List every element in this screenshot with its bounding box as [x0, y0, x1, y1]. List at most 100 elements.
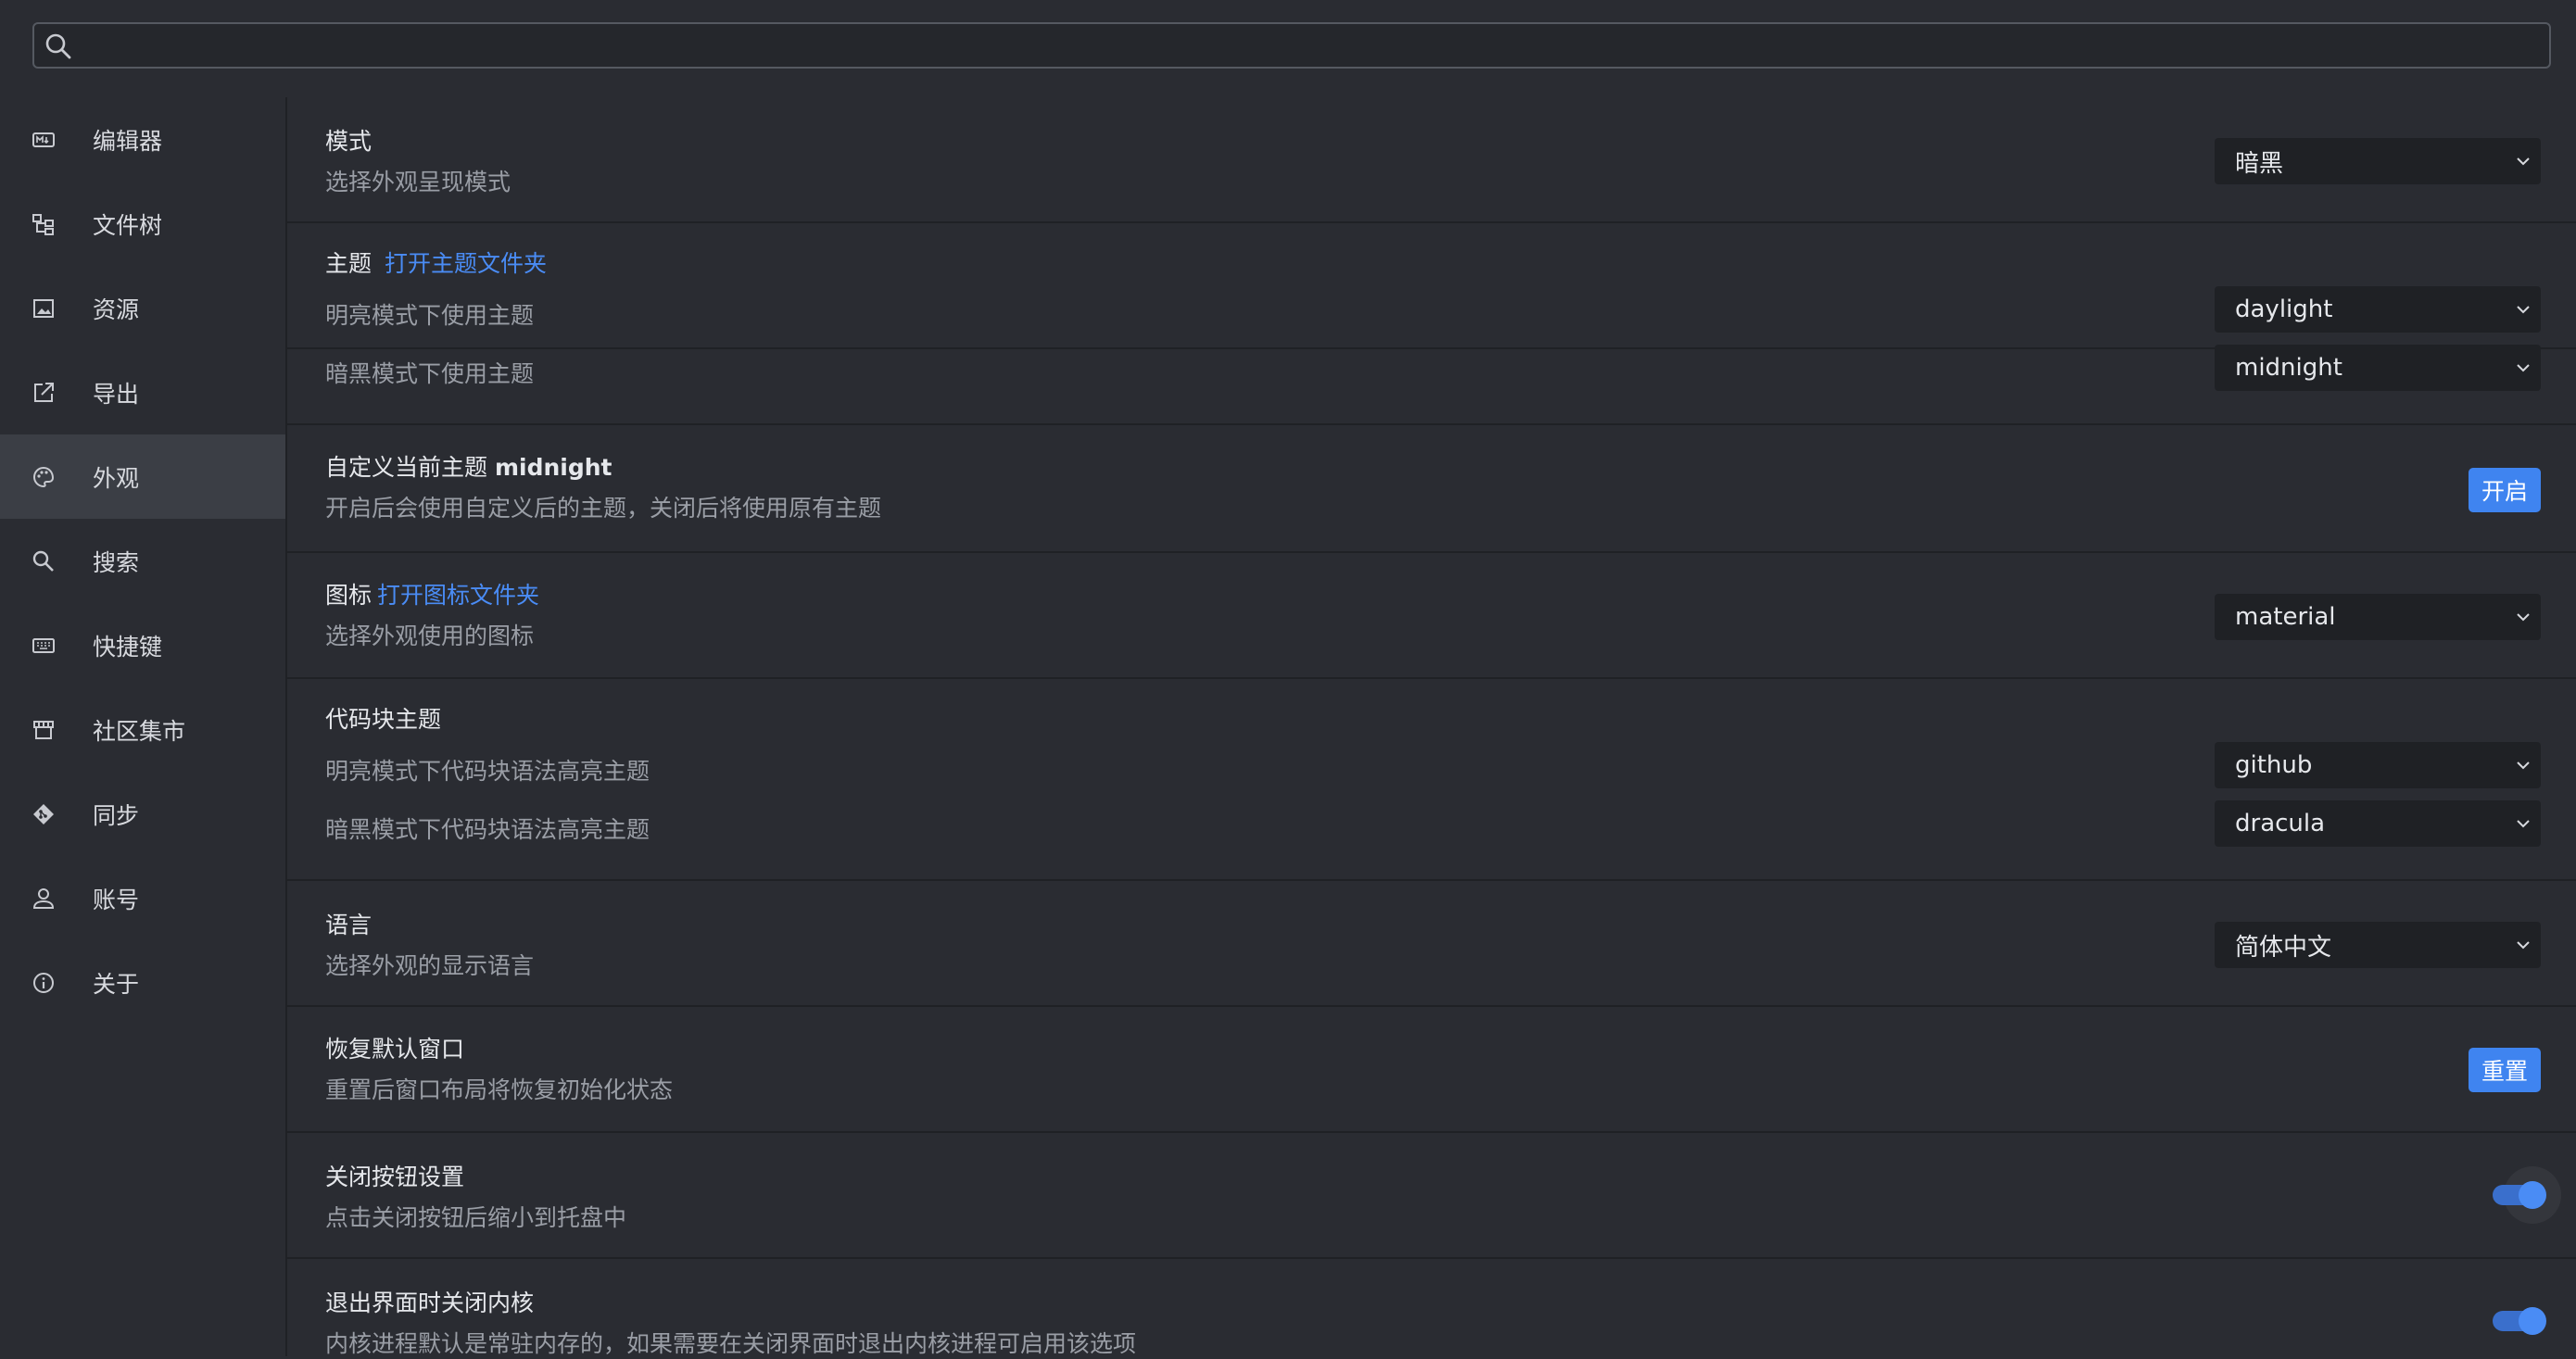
image-icon — [32, 296, 56, 321]
icon-select[interactable]: material — [2215, 594, 2541, 640]
sidebar-item-label: 同步 — [93, 801, 140, 829]
close-to-tray-toggle[interactable] — [2493, 1166, 2561, 1224]
chevron-down-icon — [2517, 820, 2530, 828]
sidebar-item-label: 编辑器 — [93, 127, 163, 155]
sidebar-item-file-tree[interactable]: 文件树 — [0, 182, 285, 266]
toggle-knob — [2519, 1307, 2546, 1335]
sidebar-item-about[interactable]: 关于 — [0, 940, 285, 1025]
info-icon — [32, 971, 56, 995]
icon-select-value: material — [2235, 603, 2336, 631]
code-theme-setting: 代码块主题 明亮模式下代码块语法高亮主题 github 暗黑模式下代码块语法高亮… — [287, 679, 2576, 881]
toggle-knob — [2519, 1181, 2546, 1209]
sidebar-item-label: 社区集市 — [93, 717, 186, 745]
reset-window-setting: 恢复默认窗口 重置后窗口布局将恢复初始化状态 重置 — [287, 1007, 2576, 1133]
sidebar-item-label: 导出 — [93, 380, 140, 408]
markdown-icon — [32, 128, 56, 152]
dark-theme-select[interactable]: midnight — [2215, 345, 2541, 391]
file-tree-icon — [32, 212, 56, 236]
settings-panel: 模式 选择外观呈现模式 暗黑 主题 打开主题文件夹 明亮模式下使用主题 dayli… — [287, 97, 2576, 1357]
sidebar-item-label: 账号 — [93, 886, 140, 913]
sidebar-item-sync[interactable]: 同步 — [0, 772, 285, 856]
language-setting: 语言 选择外观的显示语言 简体中文 — [287, 881, 2576, 1007]
exit-kernel-title: 退出界面时关闭内核 — [325, 1290, 535, 1316]
light-theme-select[interactable]: daylight — [2215, 286, 2541, 333]
export-icon — [32, 381, 56, 405]
code-light-value: github — [2235, 751, 2313, 779]
chevron-down-icon — [2517, 941, 2530, 950]
close-button-desc: 点击关闭按钮后缩小到托盘中 — [325, 1204, 627, 1231]
customize-title-row: 自定义当前主题 midnight — [325, 449, 612, 483]
mode-desc: 选择外观呈现模式 — [325, 169, 511, 195]
account-icon — [32, 887, 56, 911]
sidebar-item-label: 外观 — [93, 464, 140, 492]
icon-title-row: 图标 打开图标文件夹 — [325, 577, 539, 610]
search-icon — [32, 549, 56, 573]
code-dark-value: dracula — [2235, 810, 2326, 837]
mode-select[interactable]: 暗黑 — [2215, 138, 2541, 184]
open-icon-folder-link[interactable]: 打开图标文件夹 — [377, 582, 539, 609]
sidebar-item-label: 关于 — [93, 970, 140, 998]
exit-kernel-desc: 内核进程默认是常驻内存的，如果需要在关闭界面时退出内核进程可启用该选项 — [325, 1330, 1137, 1357]
sync-icon — [32, 802, 56, 826]
sidebar: 编辑器 文件树 资源 导出 外观 搜索 快捷键 社区集市 同步 账号 关于 — [0, 97, 287, 1356]
chevron-down-icon — [2517, 364, 2530, 372]
sidebar-item-label: 搜索 — [93, 548, 140, 576]
sidebar-item-export[interactable]: 导出 — [0, 350, 285, 434]
icon-title: 图标 — [325, 582, 373, 609]
chevron-down-icon — [2517, 613, 2530, 622]
chevron-down-icon — [2517, 157, 2530, 166]
reset-window-title: 恢复默认窗口 — [325, 1036, 465, 1063]
code-dark-select[interactable]: dracula — [2215, 800, 2541, 847]
sidebar-item-label: 资源 — [93, 296, 140, 323]
exit-kernel-toggle[interactable] — [2493, 1307, 2546, 1335]
language-select-value: 简体中文 — [2235, 933, 2332, 962]
sidebar-item-search[interactable]: 搜索 — [0, 519, 285, 603]
close-button-title: 关闭按钮设置 — [325, 1164, 465, 1190]
search-icon — [45, 33, 71, 59]
icon-setting: 图标 打开图标文件夹 选择外观使用的图标 material — [287, 553, 2576, 679]
sidebar-item-appearance[interactable]: 外观 — [0, 434, 285, 519]
language-title: 语言 — [325, 912, 373, 938]
theme-title: 主题 — [325, 250, 373, 277]
palette-icon — [32, 465, 56, 489]
keyboard-icon — [32, 634, 56, 658]
light-theme-label: 明亮模式下使用主题 — [325, 302, 535, 329]
customize-theme-name: midnight — [494, 454, 612, 481]
language-desc: 选择外观的显示语言 — [325, 952, 535, 979]
light-theme-value: daylight — [2235, 296, 2333, 323]
chevron-down-icon — [2517, 306, 2530, 314]
reset-button[interactable]: 重置 — [2469, 1048, 2541, 1092]
close-button-setting: 关闭按钮设置 点击关闭按钮后缩小到托盘中 — [287, 1133, 2576, 1259]
sidebar-item-assets[interactable]: 资源 — [0, 266, 285, 350]
theme-setting: 主题 打开主题文件夹 明亮模式下使用主题 daylight 暗黑模式下使用主题 m… — [287, 223, 2576, 391]
mode-title: 模式 — [325, 128, 373, 155]
dark-theme-label: 暗黑模式下使用主题 — [325, 360, 535, 387]
sidebar-item-label: 快捷键 — [93, 633, 163, 661]
customize-desc: 开启后会使用自定义后的主题，关闭后将使用原有主题 — [325, 495, 882, 522]
enable-button[interactable]: 开启 — [2469, 468, 2541, 512]
code-dark-label: 暗黑模式下代码块语法高亮主题 — [325, 816, 650, 843]
sidebar-item-shortcuts[interactable]: 快捷键 — [0, 603, 285, 687]
sidebar-item-account[interactable]: 账号 — [0, 856, 285, 940]
search-input[interactable] — [88, 30, 2538, 65]
code-theme-title: 代码块主题 — [325, 706, 442, 733]
theme-title-row: 主题 打开主题文件夹 — [325, 245, 547, 279]
mode-setting: 模式 选择外观呈现模式 暗黑 — [287, 97, 2576, 223]
reset-window-desc: 重置后窗口布局将恢复初始化状态 — [325, 1076, 674, 1103]
sidebar-item-label: 文件树 — [93, 211, 163, 239]
language-select[interactable]: 简体中文 — [2215, 922, 2541, 968]
chevron-down-icon — [2517, 761, 2530, 770]
customize-title: 自定义当前主题 — [325, 454, 488, 481]
sidebar-item-editor[interactable]: 编辑器 — [0, 97, 285, 182]
code-light-label: 明亮模式下代码块语法高亮主题 — [325, 758, 650, 785]
open-theme-folder-link[interactable]: 打开主题文件夹 — [385, 250, 547, 277]
customize-theme-setting: 自定义当前主题 midnight 开启后会使用自定义后的主题，关闭后将使用原有主… — [287, 425, 2576, 553]
exit-kernel-setting: 退出界面时关闭内核 内核进程默认是常驻内存的，如果需要在关闭界面时退出内核进程可… — [287, 1259, 2576, 1357]
dark-theme-value: midnight — [2235, 354, 2342, 382]
icon-desc: 选择外观使用的图标 — [325, 623, 535, 649]
sidebar-item-marketplace[interactable]: 社区集市 — [0, 687, 285, 772]
mode-select-value: 暗黑 — [2235, 149, 2284, 178]
code-light-select[interactable]: github — [2215, 742, 2541, 788]
store-icon — [32, 718, 56, 742]
search-bar[interactable] — [32, 22, 2551, 69]
